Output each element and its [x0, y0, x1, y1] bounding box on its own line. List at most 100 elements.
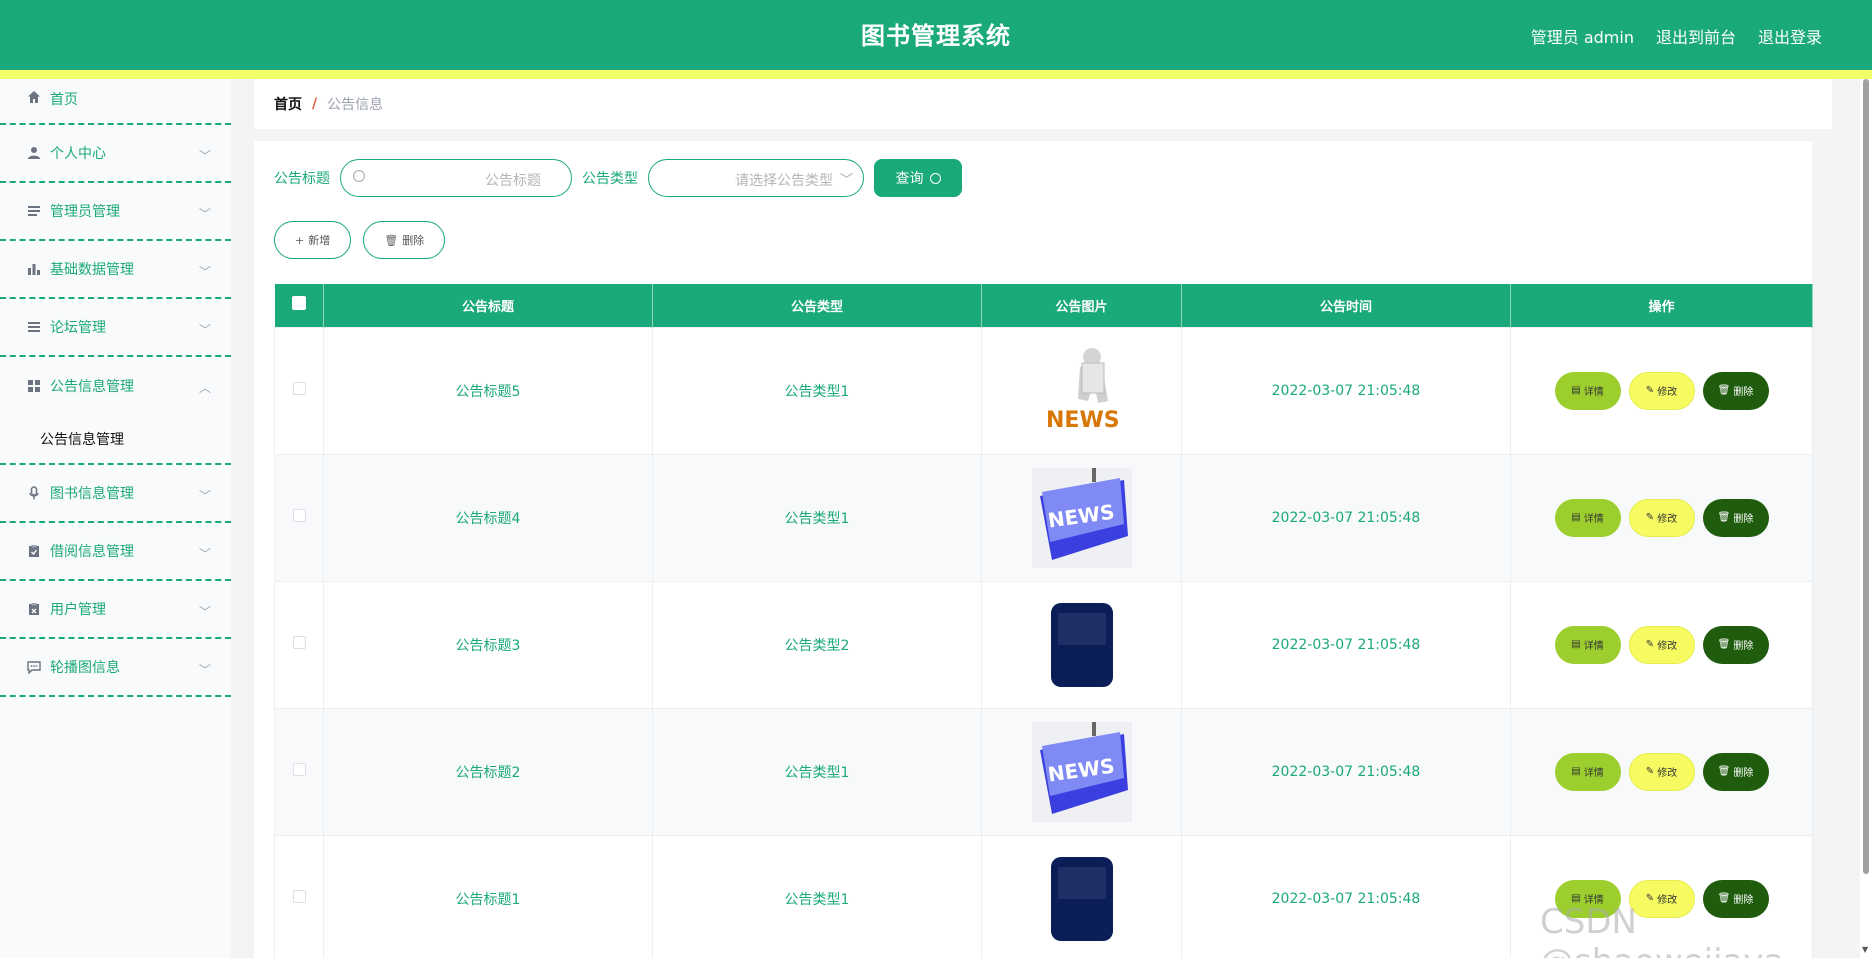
chevron-down-icon: ﹀ [198, 663, 211, 677]
edit-button[interactable]: ✎ 修改 [1628, 752, 1695, 791]
row-checkbox[interactable] [292, 763, 306, 776]
table-row: 公告标题4 公告类型1 NEWS 2022-03-07 21:05:48 ▤ 详… [274, 453, 1813, 582]
notice-image-cell: NEWS [981, 326, 1182, 455]
sidebar-item-admin-management[interactable]: 管理员管理 ﹀ [0, 183, 231, 241]
sidebar-item-basic-data[interactable]: 基础数据管理 ﹀ [0, 241, 231, 299]
bar-chart-icon [26, 261, 42, 277]
delete-button-label: 删除 [1733, 641, 1754, 652]
chevron-up-icon: ︿ [198, 381, 211, 395]
sidebar-item-notice-management[interactable]: 公告信息管理 ︿ [0, 357, 231, 415]
notice-type-cell: 公告类型1 [652, 453, 982, 582]
delete-button-label: 删除 [1733, 768, 1754, 779]
edit-button[interactable]: ✎ 修改 [1628, 498, 1695, 537]
chevron-down-icon: ﹀ [198, 489, 211, 503]
sidebar-item-book-info[interactable]: 图书信息管理 ﹀ [0, 465, 231, 523]
main-content: 首页 / 公告信息 公告标题 公告标题 公告类型 请选择公告类型 ﹀ 查询 + … [254, 79, 1832, 958]
search-icon [353, 170, 365, 182]
notice-title-cell: 公告标题4 [323, 453, 653, 582]
detail-button[interactable]: ▤ 详情 [1554, 752, 1621, 791]
notice-table: 公告标题 公告类型 公告图片 公告时间 操作 公告标题5 公告类型1 NEWS … [274, 284, 1813, 958]
type-filter-label: 公告类型 [582, 171, 638, 187]
breadcrumb-current: 公告信息 [327, 97, 384, 113]
news-key-image[interactable]: NEWS [1031, 467, 1132, 568]
chevron-down-icon: ﹀ [839, 173, 853, 188]
sidebar-item-label: 首页 [50, 92, 78, 108]
action-bar: + 新增 🗑 删除 [274, 221, 446, 259]
sidebar-item-label: 基础数据管理 [50, 262, 134, 278]
add-button[interactable]: + 新增 [274, 221, 352, 259]
exit-to-front-link[interactable]: 退出到前台 [1656, 24, 1736, 48]
row-checkbox[interactable] [292, 636, 306, 649]
notice-type-cell: 公告类型1 [652, 834, 982, 958]
top-header: 图书管理系统 管理员 admin 退出到前台 退出登录 [0, 0, 1872, 70]
sidebar-item-carousel[interactable]: 轮播图信息 ﹀ [0, 639, 231, 697]
scrollbar-thumb[interactable] [1863, 79, 1869, 874]
logout-link[interactable]: 退出登录 [1758, 24, 1822, 48]
row-checkbox[interactable] [292, 890, 306, 903]
batch-delete-button[interactable]: 🗑 删除 [363, 221, 446, 259]
sidebar-item-user-management[interactable]: 用户管理 ﹀ [0, 581, 231, 639]
edit-button-label: 修改 [1657, 514, 1678, 525]
notice-type-cell: 公告类型2 [652, 580, 982, 709]
delete-button[interactable]: 🗑 删除 [1702, 371, 1769, 410]
pencil-icon: ✎ [1645, 766, 1655, 777]
grid-icon [26, 378, 42, 394]
detail-button-label: 详情 [1583, 768, 1604, 779]
query-button[interactable]: 查询 [874, 159, 962, 197]
breadcrumb-home[interactable]: 首页 [274, 94, 302, 114]
sidebar-subitem-notice-info[interactable]: 公告信息管理 [0, 415, 231, 465]
delete-button[interactable]: 🗑 删除 [1702, 752, 1769, 791]
vertical-scrollbar[interactable]: ▼ [1860, 79, 1872, 958]
edit-button[interactable]: ✎ 修改 [1628, 371, 1695, 410]
watermark: CSDN @shaoweijava [1540, 902, 1784, 958]
chevron-down-icon: ﹀ [198, 323, 211, 337]
sidebar-item-label: 个人中心 [50, 146, 106, 162]
document-icon: ▤ [1571, 766, 1581, 777]
header-accent-bar [0, 70, 1872, 79]
delete-button[interactable]: 🗑 删除 [1702, 625, 1769, 664]
detail-button[interactable]: ▤ 详情 [1554, 498, 1621, 537]
sidebar: 首页 个人中心 ﹀ 管理员管理 ﹀ 基础数据管理 ﹀ 论坛管理 ﹀ 公告信息管理… [0, 79, 231, 958]
cctv-news-image[interactable] [1031, 848, 1132, 949]
column-header-title: 公告标题 [323, 284, 653, 327]
sidebar-item-borrow-info[interactable]: 借阅信息管理 ﹀ [0, 523, 231, 581]
detail-button-label: 详情 [1583, 514, 1604, 525]
sidebar-item-home[interactable]: 首页 [0, 79, 231, 125]
edit-button[interactable]: ✎ 修改 [1628, 625, 1695, 664]
news-figure-image[interactable]: NEWS [1031, 340, 1132, 441]
select-all-checkbox[interactable] [291, 296, 306, 311]
notice-title-cell: 公告标题1 [323, 834, 653, 958]
sidebar-item-label: 图书信息管理 [50, 486, 134, 502]
microphone-icon [26, 485, 42, 501]
detail-button[interactable]: ▤ 详情 [1554, 625, 1621, 664]
admin-user-link[interactable]: 管理员 admin [1531, 24, 1634, 48]
row-checkbox[interactable] [292, 382, 306, 395]
title-search-placeholder: 公告标题 [485, 173, 541, 189]
sidebar-item-personal-center[interactable]: 个人中心 ﹀ [0, 125, 231, 183]
delete-button[interactable]: 🗑 删除 [1702, 498, 1769, 537]
edit-button-label: 修改 [1657, 768, 1678, 779]
notice-title-cell: 公告标题3 [323, 580, 653, 709]
document-icon: ▤ [1571, 639, 1581, 650]
home-icon [26, 89, 42, 105]
table-row: 公告标题2 公告类型1 NEWS 2022-03-07 21:05:48 ▤ 详… [274, 707, 1813, 836]
sidebar-item-label: 轮播图信息 [50, 660, 120, 676]
breadcrumb-separator: / [312, 96, 318, 112]
row-checkbox[interactable] [292, 509, 306, 522]
news-key-image[interactable]: NEWS [1031, 721, 1132, 822]
notice-time-cell: 2022-03-07 21:05:48 [1181, 707, 1511, 836]
svg-text:NEWS: NEWS [1046, 408, 1120, 433]
trash-icon: 🗑 [1717, 385, 1731, 396]
notice-image-cell: NEWS [981, 453, 1182, 582]
table-row: 公告标题5 公告类型1 NEWS 2022-03-07 21:05:48 ▤ 详… [274, 326, 1813, 455]
chevron-down-icon: ﹀ [198, 207, 211, 221]
chat-icon [26, 659, 42, 675]
app-root: 图书管理系统 管理员 admin 退出到前台 退出登录 首页 个人中心 ﹀ 管理… [0, 0, 1872, 958]
title-search-input[interactable]: 公告标题 [340, 159, 572, 197]
edit-button-label: 修改 [1657, 387, 1678, 398]
cctv-news-image[interactable] [1031, 594, 1132, 695]
sidebar-item-label: 论坛管理 [50, 320, 106, 336]
detail-button[interactable]: ▤ 详情 [1554, 371, 1621, 410]
sidebar-item-forum[interactable]: 论坛管理 ﹀ [0, 299, 231, 357]
type-select[interactable]: 请选择公告类型 ﹀ [648, 159, 864, 197]
